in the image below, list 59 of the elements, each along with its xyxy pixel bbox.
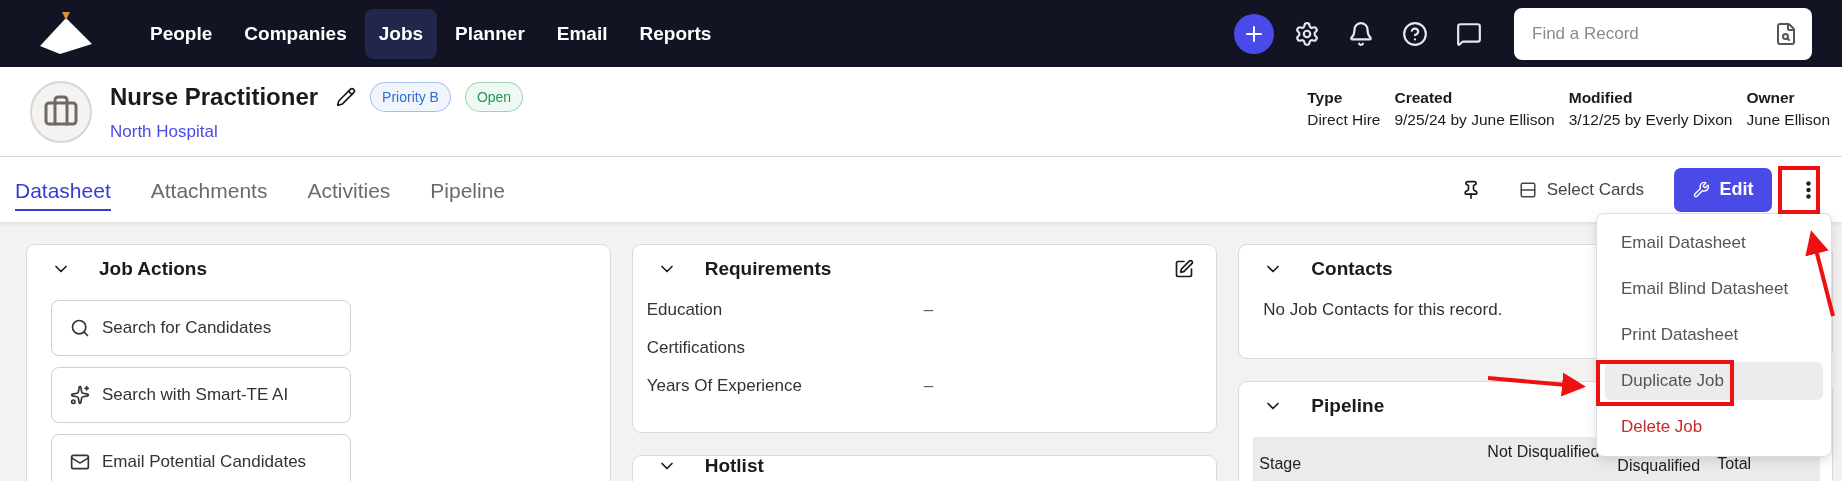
meta-value: 9/25/24 by June Ellison — [1394, 111, 1555, 129]
bell-icon[interactable] — [1348, 20, 1374, 47]
card-title: Job Actions — [99, 258, 208, 280]
tab[interactable]: Pipeline — [430, 168, 506, 211]
nav-link[interactable]: Email — [542, 8, 622, 59]
rows-icon — [1518, 180, 1537, 199]
edit-icon[interactable] — [336, 86, 357, 107]
column-header: Total — [1717, 454, 1753, 474]
field-label: Certifications — [646, 338, 746, 358]
tab[interactable]: Activities — [307, 168, 391, 211]
envelope-icon — [70, 452, 90, 472]
meta-label: Owner — [1746, 89, 1796, 107]
highlight-frame — [1778, 166, 1820, 214]
column-header: Not Disqualified — [1487, 443, 1601, 462]
field-value: – — [923, 376, 935, 396]
edit-icon[interactable] — [1174, 259, 1195, 279]
field-label: Years Of Experience — [646, 376, 803, 396]
select-cards-button[interactable]: Select Cards — [1512, 173, 1650, 206]
action-button[interactable]: Search with Smart-TE AI — [51, 367, 351, 423]
action-button[interactable]: Email Potential Candidates — [51, 434, 351, 481]
field-label: Education — [646, 300, 724, 320]
column-header: Disqualified — [1617, 456, 1702, 476]
help-icon[interactable] — [1402, 20, 1428, 47]
search-icon — [70, 318, 90, 338]
nav-link[interactable]: Companies — [230, 8, 361, 59]
nav-link[interactable]: People — [136, 8, 227, 59]
add-button[interactable] — [1234, 13, 1274, 54]
card-title: Hotlist — [704, 455, 764, 477]
search-icon — [1774, 21, 1798, 46]
more-icon — [1805, 180, 1811, 199]
sparkle-icon — [70, 385, 90, 405]
status-tag: Open — [464, 81, 524, 112]
meta-value: Direct Hire — [1307, 111, 1381, 129]
empty-message: No Job Contacts for this record. — [1263, 300, 1504, 320]
settings-icon[interactable] — [1294, 20, 1320, 47]
chat-icon[interactable] — [1456, 20, 1482, 47]
status-tag: Priority B — [370, 81, 451, 112]
card-title: Requirements — [704, 258, 832, 280]
menu-item[interactable]: Duplicate Job — [1605, 362, 1823, 400]
nav-link[interactable]: Planner — [441, 8, 539, 59]
card-title: Pipeline — [1311, 395, 1385, 417]
column-header: Stage — [1259, 454, 1303, 474]
card-title: Contacts — [1311, 258, 1393, 280]
meta-value: June Ellison — [1746, 111, 1830, 129]
meta-value: 3/12/25 by Everly Dixon — [1568, 111, 1733, 129]
field-value: – — [923, 300, 935, 320]
wrench-icon — [1692, 181, 1710, 198]
company-link[interactable]: North Hospital — [110, 121, 524, 142]
action-button[interactable]: Search for Candidates — [51, 300, 351, 356]
meta-label: Type — [1307, 89, 1344, 107]
tab[interactable]: Attachments — [150, 168, 268, 211]
nav-link[interactable]: Jobs — [364, 8, 438, 59]
search-field[interactable]: Find a Record — [1514, 7, 1812, 60]
meta-label: Modified — [1568, 89, 1634, 107]
meta-label: Created — [1394, 89, 1454, 107]
edit-button[interactable]: Edit — [1674, 167, 1772, 212]
tab[interactable]: Datasheet — [15, 168, 111, 211]
nav-link[interactable]: Reports — [625, 8, 726, 59]
record-title: Nurse Practitioner — [110, 82, 319, 111]
